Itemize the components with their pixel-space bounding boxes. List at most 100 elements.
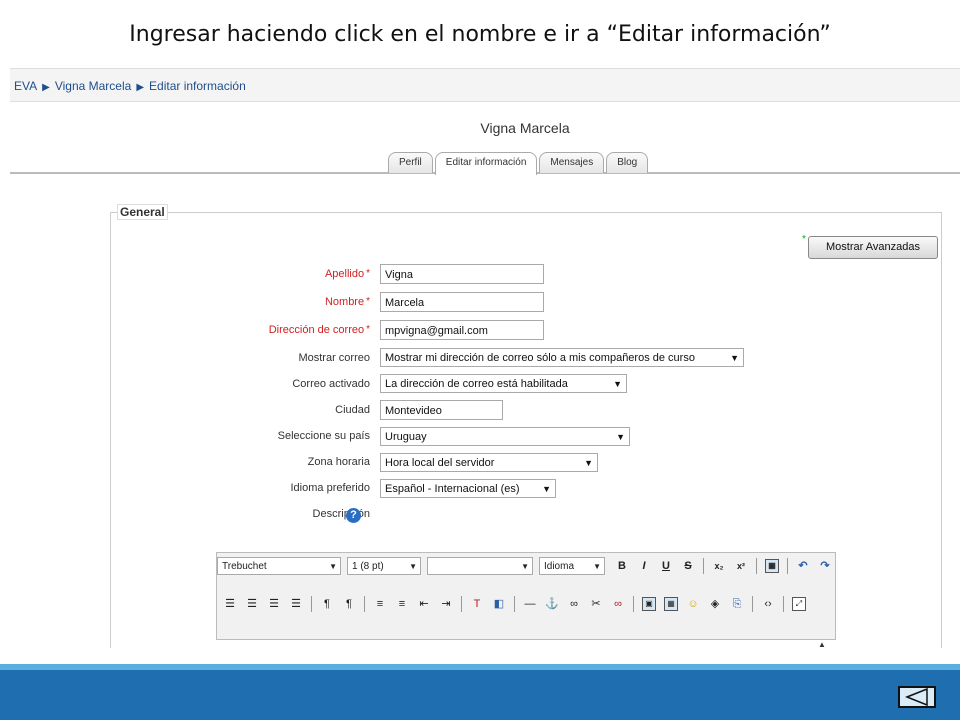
tab-mensajes[interactable]: Mensajes bbox=[539, 152, 605, 173]
tab-blog[interactable]: Blog bbox=[606, 152, 649, 173]
bold-icon[interactable]: B bbox=[613, 557, 631, 575]
label-idioma: Idioma preferido bbox=[290, 482, 371, 494]
chevron-down-icon: ▼ bbox=[584, 458, 593, 468]
ordered-list-icon[interactable]: ≡ bbox=[371, 595, 389, 613]
align-right-icon[interactable]: ☰ bbox=[265, 595, 283, 613]
format-select[interactable]: ▼ bbox=[427, 557, 533, 575]
editor-toolbar-row-1: Trebuchet ▼ 1 (8 pt) ▼ ▼ Idioma ▼ B I U S x… bbox=[217, 555, 836, 577]
chevron-down-icon: ▼ bbox=[329, 562, 337, 571]
slide-title: Ingresar haciendo click en el nombre e i… bbox=[129, 22, 831, 47]
toolbar-separator bbox=[752, 596, 753, 612]
breadcrumb-arrow-icon: ▶ bbox=[136, 82, 145, 93]
subscript-icon[interactable]: x₂ bbox=[710, 557, 728, 575]
font-size-select[interactable]: 1 (8 pt) ▼ bbox=[347, 557, 421, 575]
toolbar-separator bbox=[311, 596, 312, 612]
align-left-icon[interactable]: ☰ bbox=[221, 595, 239, 613]
indent-icon[interactable]: ⇥ bbox=[437, 595, 455, 613]
breadcrumb-eva[interactable]: EVA bbox=[14, 79, 37, 93]
label-ciudad: Ciudad bbox=[335, 404, 370, 416]
toolbar-separator bbox=[633, 596, 634, 612]
toolbar-separator bbox=[461, 596, 462, 612]
breadcrumb-user[interactable]: Vigna Marcela bbox=[55, 79, 132, 93]
undo-icon[interactable]: ↶ bbox=[794, 557, 812, 575]
horizontal-rule-icon[interactable]: — bbox=[521, 595, 539, 613]
mostrar-correo-select[interactable]: Mostrar mi dirección de correo sólo a mi… bbox=[380, 348, 744, 367]
nolink-icon[interactable]: ∞ bbox=[609, 595, 627, 613]
label-correo-activado: Correo activado bbox=[292, 378, 370, 390]
image-icon[interactable]: ▣ bbox=[642, 597, 656, 611]
fieldset-legend: General bbox=[117, 204, 168, 220]
ltr-icon[interactable]: ¶ bbox=[318, 595, 336, 613]
justify-icon[interactable]: ☰ bbox=[287, 595, 305, 613]
font-family-select[interactable]: Trebuchet ▼ bbox=[217, 557, 341, 575]
chevron-down-icon: ▼ bbox=[409, 562, 417, 571]
breadcrumb-arrow-icon: ▶ bbox=[42, 82, 50, 93]
link-icon[interactable]: ∞ bbox=[565, 595, 583, 613]
correo-activado-select[interactable]: La dirección de correo está habilitada ▼ bbox=[380, 374, 627, 393]
help-icon[interactable]: ? bbox=[346, 508, 361, 523]
label-mostrar-correo: Mostrar correo bbox=[298, 352, 370, 364]
show-advanced-button[interactable]: Mostrar Avanzadas bbox=[808, 236, 938, 259]
profile-tabs: Perfil Editar información Mensajes Blog bbox=[388, 152, 650, 175]
chevron-down-icon: ▼ bbox=[593, 562, 601, 571]
slide-bottom-bar bbox=[0, 664, 960, 720]
chevron-down-icon: ▼ bbox=[521, 562, 529, 571]
superscript-icon[interactable]: x² bbox=[732, 557, 750, 575]
label-descripcion: Descripción bbox=[312, 508, 370, 520]
unlink-icon[interactable]: ✂ bbox=[587, 595, 605, 613]
outdent-icon[interactable]: ⇤ bbox=[415, 595, 433, 613]
back-triangle-icon bbox=[904, 688, 928, 706]
underline-icon[interactable]: U bbox=[657, 557, 675, 575]
advanced-marker: * bbox=[802, 234, 806, 245]
text-color-icon[interactable]: T bbox=[468, 595, 486, 613]
special-char-icon[interactable]: ◈ bbox=[706, 595, 724, 613]
email-input[interactable]: mpvigna@gmail.com bbox=[380, 320, 544, 340]
profile-name: Vigna Marcela bbox=[480, 120, 570, 136]
chevron-down-icon: ▼ bbox=[613, 379, 622, 389]
smiley-icon[interactable]: ☺ bbox=[684, 595, 702, 613]
scroll-up-arrow-icon[interactable]: ▲ bbox=[818, 640, 826, 648]
align-center-icon[interactable]: ☰ bbox=[243, 595, 261, 613]
breadcrumb: EVA ▶ Vigna Marcela ▶ Editar información bbox=[10, 68, 960, 102]
nombre-input[interactable]: Marcela bbox=[380, 292, 544, 312]
required-star: * bbox=[366, 324, 370, 335]
label-pais: Seleccione su país bbox=[277, 430, 370, 442]
html-editor: Trebuchet ▼ 1 (8 pt) ▼ ▼ Idioma ▼ B I U S x… bbox=[216, 552, 836, 640]
label-apellido: Apellido * bbox=[324, 268, 370, 280]
moodle-screenshot: EVA ▶ Vigna Marcela ▶ Editar información Vig… bbox=[10, 68, 960, 648]
search-replace-icon[interactable]: ⎘ bbox=[728, 595, 746, 613]
toolbar-separator bbox=[783, 596, 784, 612]
back-nav-button[interactable] bbox=[898, 686, 936, 708]
redo-icon[interactable]: ↷ bbox=[816, 557, 834, 575]
unordered-list-icon[interactable]: ≡ bbox=[393, 595, 411, 613]
anchor-icon[interactable]: ⚓ bbox=[543, 595, 561, 613]
toolbar-separator bbox=[514, 596, 515, 612]
background-color-icon[interactable]: ◧ bbox=[490, 595, 508, 613]
idioma-select[interactable]: Español - Internacional (es) ▼ bbox=[380, 479, 556, 498]
chevron-down-icon: ▼ bbox=[542, 484, 551, 494]
required-star: * bbox=[366, 296, 370, 307]
label-nombre: Nombre * bbox=[324, 296, 370, 308]
apellido-input[interactable]: Vigna bbox=[380, 264, 544, 284]
rtl-icon[interactable]: ¶ bbox=[340, 595, 358, 613]
table-icon[interactable]: ▦ bbox=[664, 597, 678, 611]
clean-word-icon[interactable]: ▦ bbox=[765, 559, 779, 573]
language-select[interactable]: Idioma ▼ bbox=[539, 557, 605, 575]
chevron-down-icon: ▼ bbox=[616, 432, 625, 442]
html-source-icon[interactable]: ‹› bbox=[759, 595, 777, 613]
label-email: Dirección de correo * bbox=[268, 324, 370, 336]
zona-horaria-select[interactable]: Hora local del servidor ▼ bbox=[380, 453, 598, 472]
toolbar-separator bbox=[756, 558, 757, 574]
chevron-down-icon: ▼ bbox=[730, 353, 739, 363]
toolbar-separator bbox=[364, 596, 365, 612]
italic-icon[interactable]: I bbox=[635, 557, 653, 575]
required-star: * bbox=[366, 268, 370, 279]
pais-select[interactable]: Uruguay ▼ bbox=[380, 427, 630, 446]
strikethrough-icon[interactable]: S bbox=[679, 557, 697, 575]
fullscreen-icon[interactable]: ⤢ bbox=[792, 597, 806, 611]
label-zona-horaria: Zona horaria bbox=[307, 456, 370, 468]
editor-toolbar-row-2: ☰ ☰ ☰ ☰ ¶ ¶ ≡ ≡ ⇤ ⇥ T ◧ — ⚓ ∞ ✂ ∞ ▣ ▦ ☺ … bbox=[219, 593, 810, 615]
tab-editar-informacion[interactable]: Editar información bbox=[434, 152, 538, 175]
ciudad-input[interactable]: Montevideo bbox=[380, 400, 503, 420]
tab-perfil[interactable]: Perfil bbox=[388, 152, 433, 173]
